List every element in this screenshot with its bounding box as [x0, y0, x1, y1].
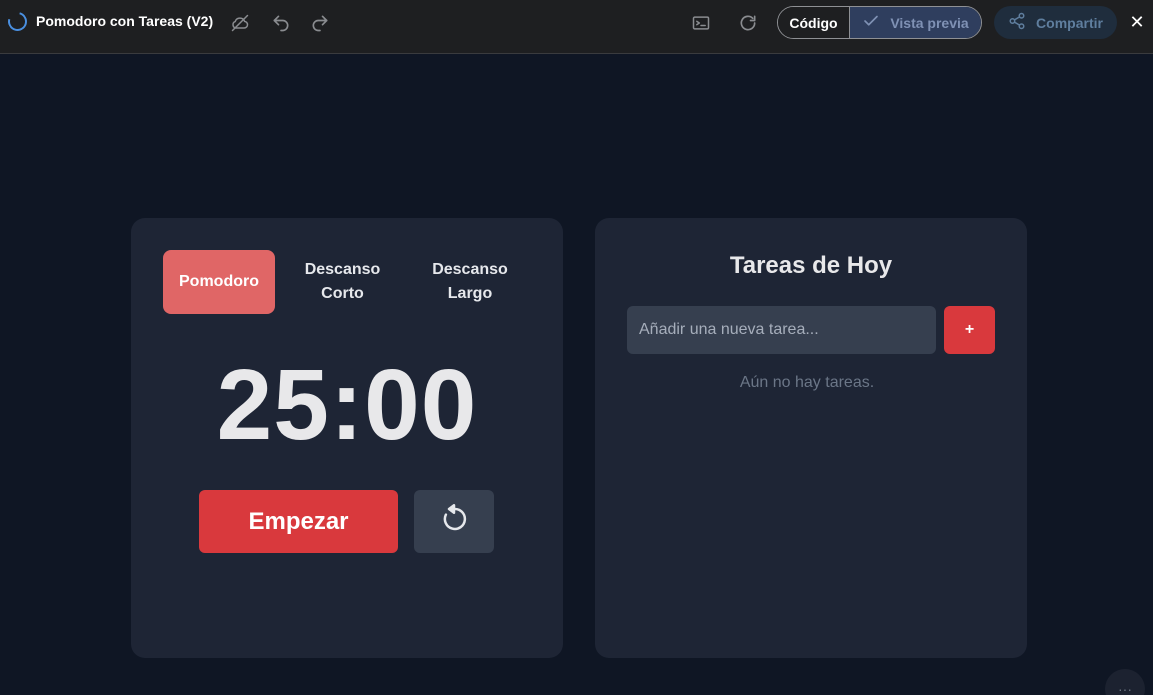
undo-icon[interactable] [270, 12, 292, 34]
loading-spinner-icon [4, 8, 31, 35]
new-task-input[interactable] [627, 306, 936, 354]
close-icon[interactable]: ✕ [1127, 11, 1147, 33]
share-button-label: Compartir [1036, 14, 1103, 31]
preview-tab[interactable]: Vista previa [850, 7, 981, 38]
start-button[interactable]: Empezar [199, 490, 398, 553]
mode-tabs: Pomodoro Descanso Corto Descanso Largo [163, 250, 530, 314]
more-options-icon[interactable]: ··· [1105, 669, 1145, 695]
preview-tab-label: Vista previa [890, 14, 969, 31]
tab-short-break[interactable]: Descanso Corto [275, 250, 410, 314]
share-button[interactable]: Compartir [994, 6, 1117, 39]
app-title: Pomodoro con Tareas (V2) [36, 13, 214, 29]
code-tab[interactable]: Código [778, 7, 850, 38]
reset-button[interactable] [414, 490, 494, 553]
redo-icon[interactable] [309, 12, 331, 34]
terminal-icon[interactable] [690, 12, 712, 34]
reset-icon [439, 504, 469, 539]
timer-panel: Pomodoro Descanso Corto Descanso Largo 2… [131, 218, 563, 658]
add-task-button[interactable]: + [944, 306, 995, 354]
timer-display: 25:00 [216, 349, 478, 461]
tab-long-break[interactable]: Descanso Largo [410, 250, 530, 314]
cloud-icon[interactable] [229, 12, 251, 34]
refresh-icon[interactable] [737, 12, 759, 34]
tasks-title: Tareas de Hoy [729, 252, 893, 279]
top-bar: Pomodoro con Tareas (V2) Código Vista pr… [0, 0, 1153, 54]
tasks-panel: Tareas de Hoy + Aún no hay tareas. [595, 218, 1027, 658]
empty-tasks-message: Aún no hay tareas. [739, 374, 875, 391]
view-toggle: Código Vista previa [777, 6, 982, 39]
share-icon [1008, 12, 1026, 33]
tab-pomodoro[interactable]: Pomodoro [163, 250, 275, 314]
check-icon [862, 12, 880, 33]
